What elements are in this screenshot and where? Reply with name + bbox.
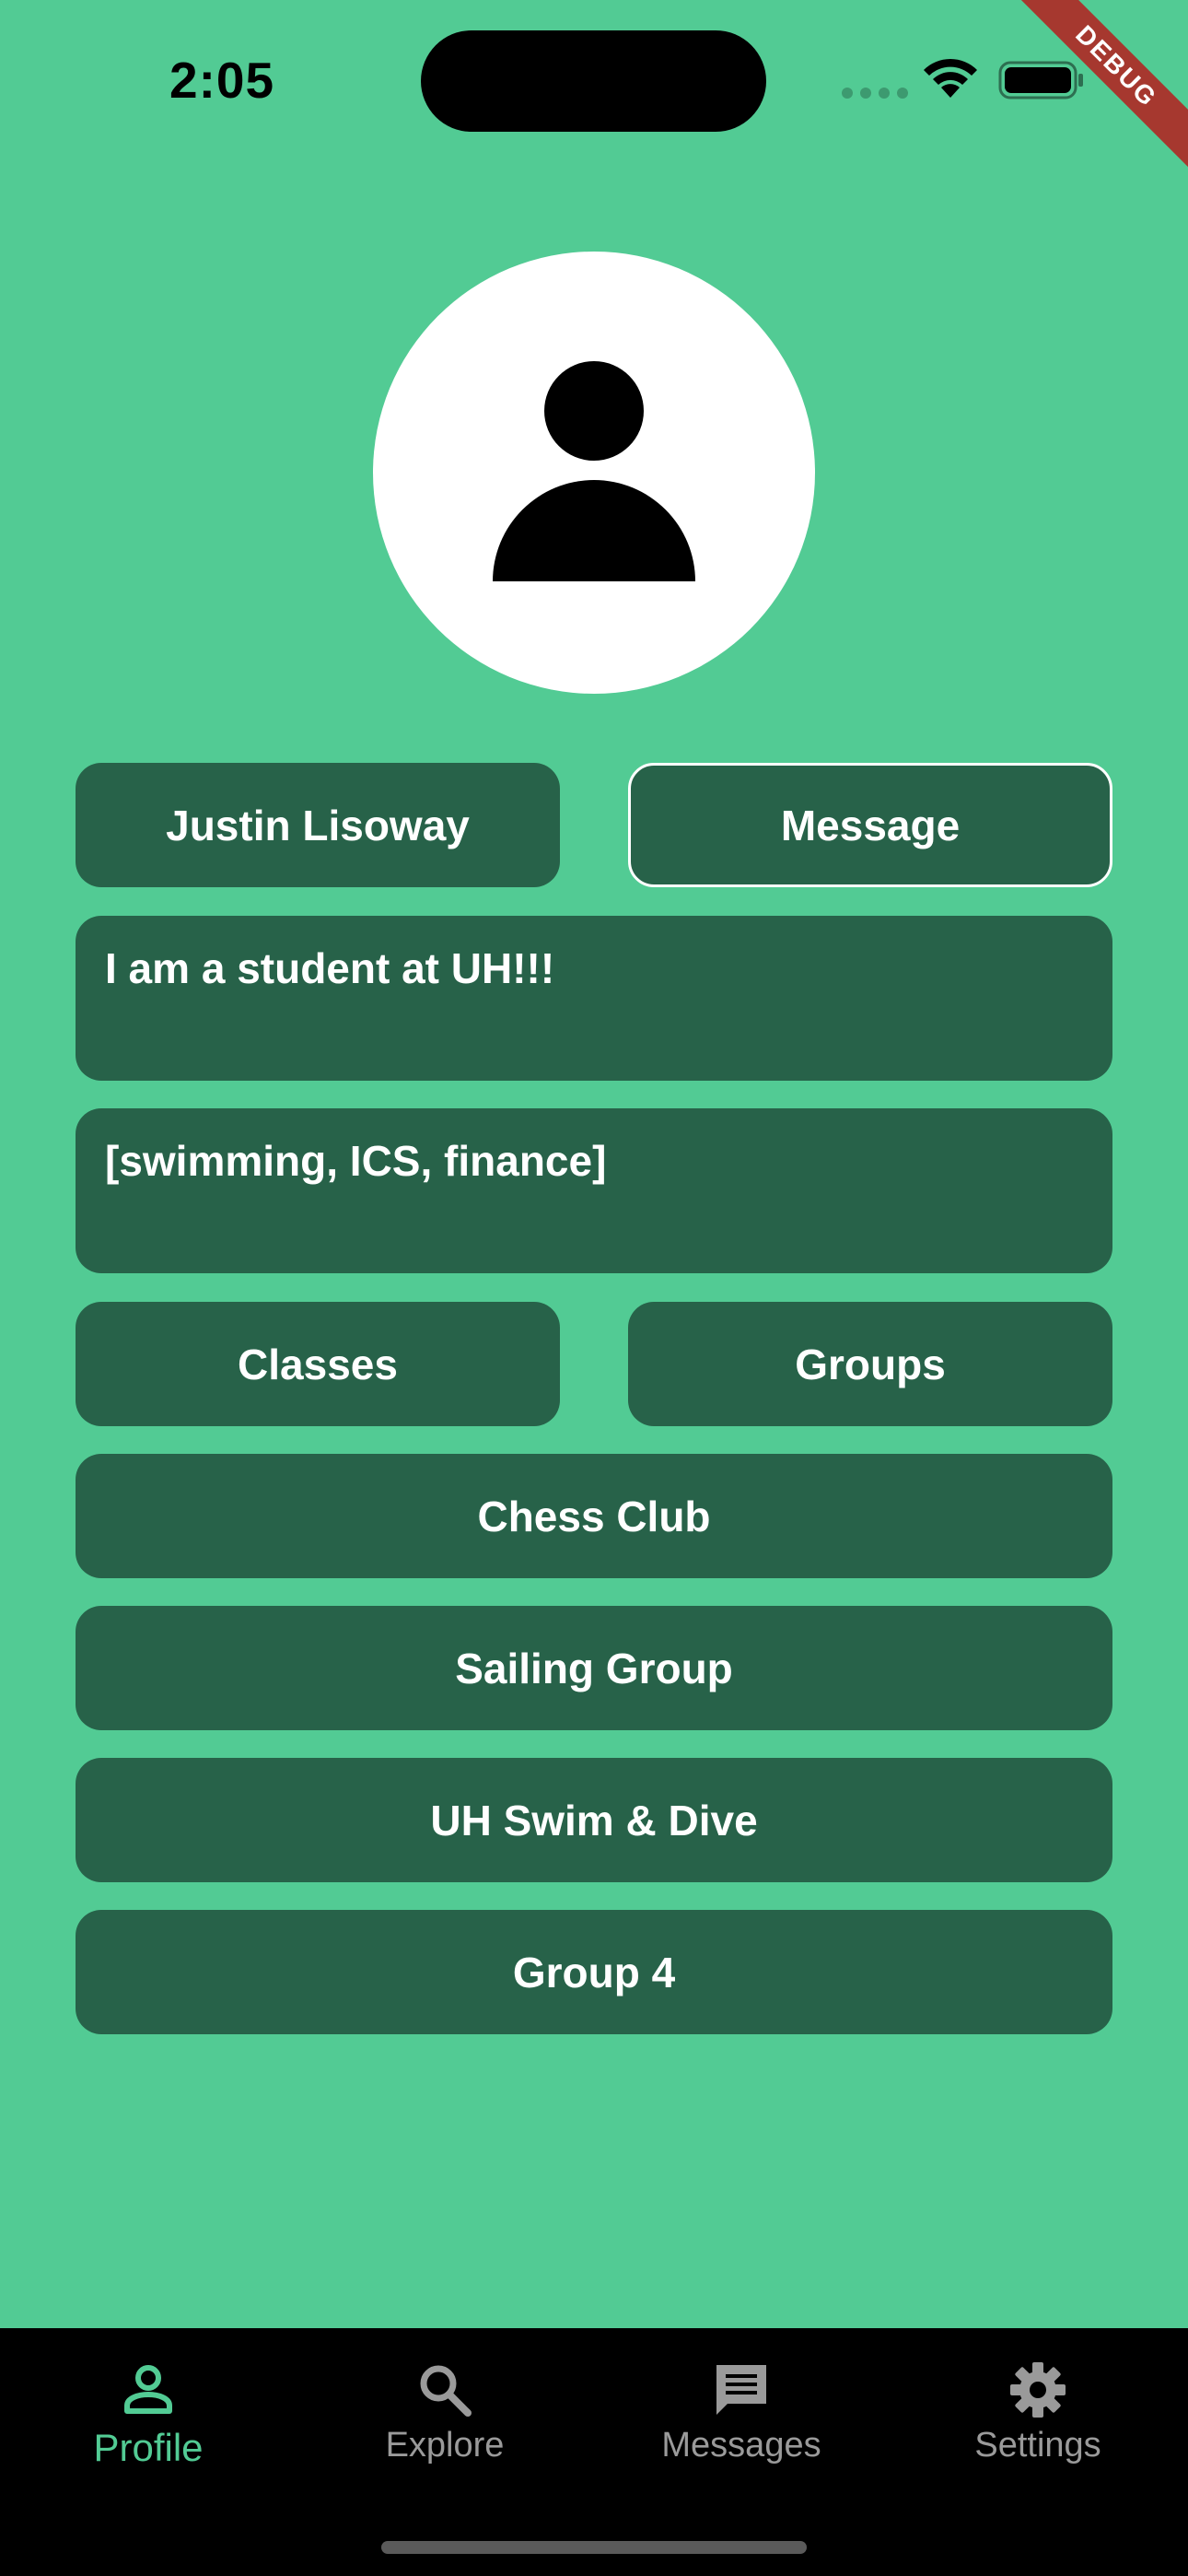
interests-field: [swimming, ICS, finance] [76, 1108, 1112, 1273]
nav-item-messages[interactable]: Messages [593, 2328, 890, 2494]
group-item-sailing-group[interactable]: Sailing Group [76, 1606, 1112, 1730]
nav-item-settings[interactable]: Settings [890, 2328, 1186, 2494]
chat-icon [716, 2365, 766, 2415]
nav-label-profile: Profile [93, 2426, 204, 2469]
status-time: 2:05 [169, 52, 275, 109]
gear-icon [1010, 2362, 1066, 2418]
debug-banner: DEBUG [1004, 0, 1188, 184]
name-button[interactable]: Justin Lisoway [76, 763, 560, 887]
groups-button[interactable]: Groups [628, 1302, 1112, 1426]
nav-label-settings: Settings [974, 2426, 1101, 2465]
dynamic-island [421, 30, 766, 132]
person-avatar-icon [493, 361, 695, 581]
nav-label-messages: Messages [661, 2426, 821, 2465]
message-button[interactable]: Message [628, 763, 1112, 887]
bottom-nav: Profile Explore Messages Settings [0, 2328, 1188, 2576]
nav-label-explore: Explore [385, 2426, 505, 2465]
classes-button[interactable]: Classes [76, 1302, 560, 1426]
cellular-signal-icon [842, 88, 908, 99]
wifi-icon [924, 58, 977, 98]
person-icon [124, 2365, 172, 2414]
group-item-group-4[interactable]: Group 4 [76, 1910, 1112, 2034]
home-indicator [381, 2541, 807, 2554]
debug-label: DEBUG [1010, 0, 1188, 172]
nav-item-explore[interactable]: Explore [297, 2328, 593, 2494]
search-icon [420, 2365, 472, 2417]
group-item-chess-club[interactable]: Chess Club [76, 1454, 1112, 1578]
bio-field: I am a student at UH!!! [76, 916, 1112, 1081]
avatar [373, 252, 815, 694]
nav-item-profile[interactable]: Profile [0, 2328, 297, 2494]
group-item-uh-swim-dive[interactable]: UH Swim & Dive [76, 1758, 1112, 1882]
